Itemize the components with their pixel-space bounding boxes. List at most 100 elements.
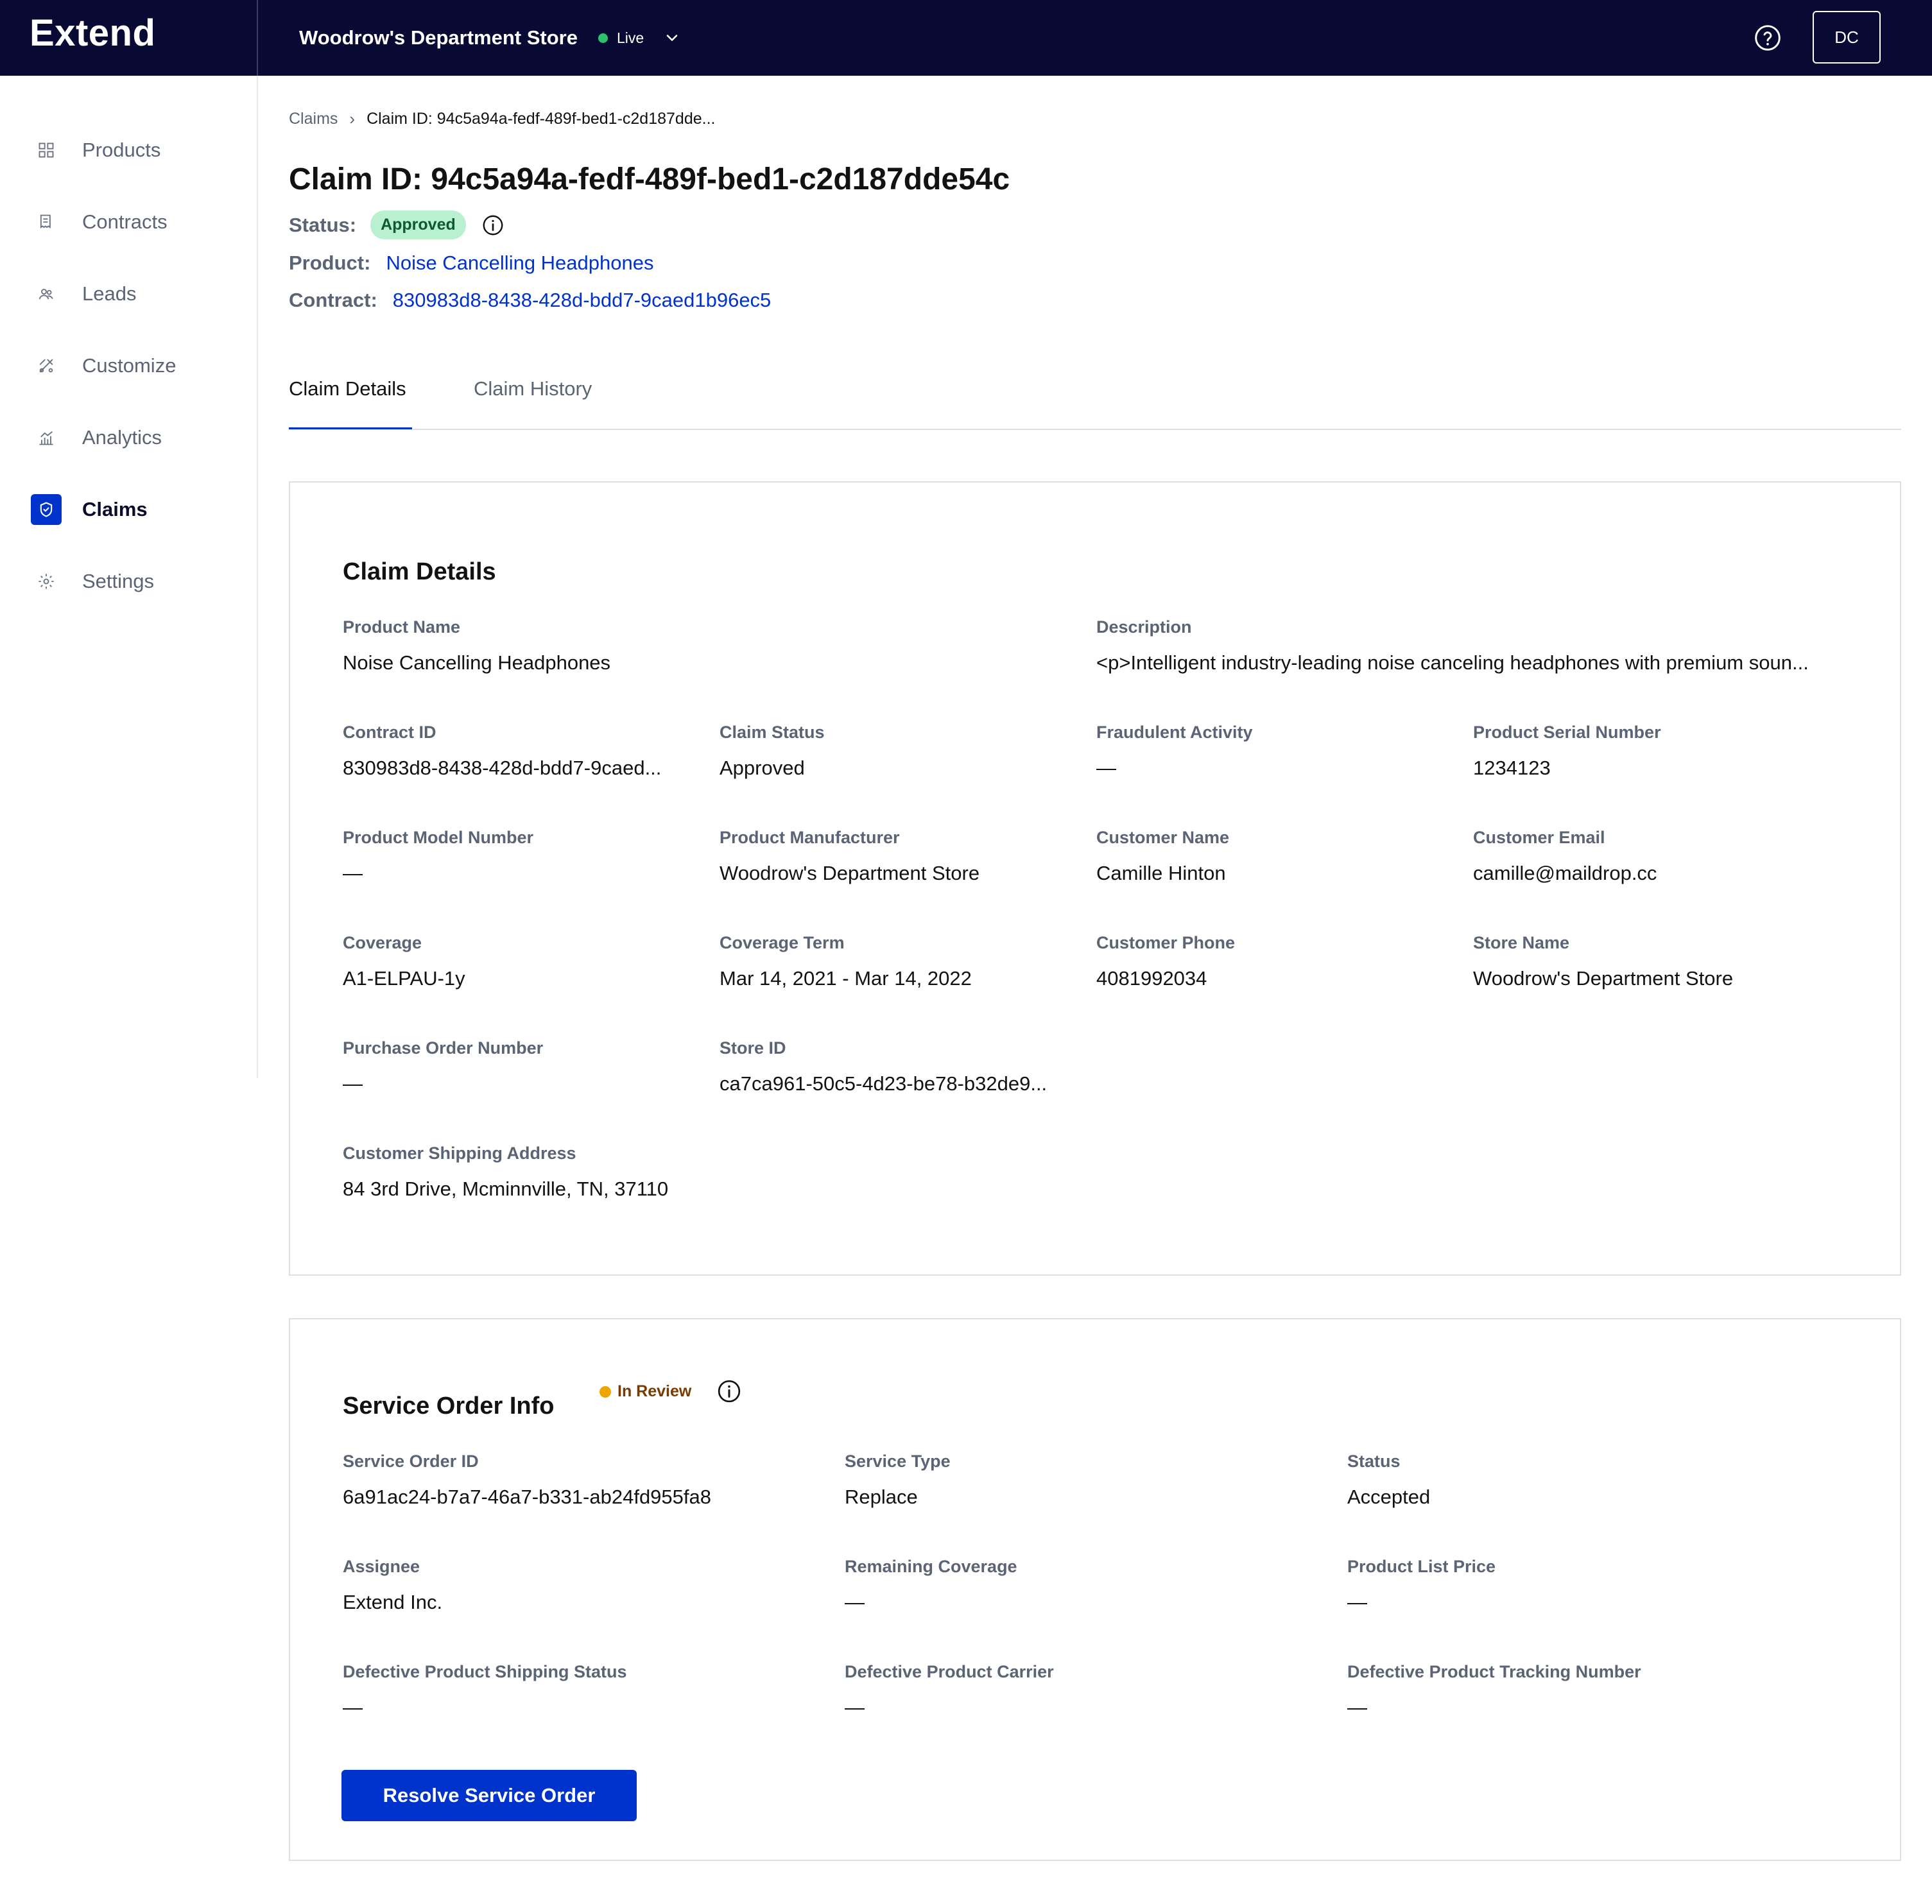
page-title: Claim ID: 94c5a94a-fedf-489f-bed1-c2d187… (289, 162, 1010, 196)
badge-label: In Review (617, 1382, 692, 1400)
field-value: — (1347, 1696, 1367, 1719)
field-value: — (343, 862, 363, 884)
field-description: Description <p>Intelligent industry-lead… (1096, 617, 1847, 674)
field-label: Service Type (845, 1452, 951, 1471)
bar-chart-icon (31, 422, 62, 453)
sidebar-item-products[interactable]: Products (31, 132, 160, 168)
card-title: Service Order Info (343, 1393, 555, 1419)
field-label: Store ID (720, 1038, 786, 1058)
store-name: Woodrow's Department Store (299, 26, 578, 49)
status-label: Status: (289, 213, 357, 236)
field-defective-shipping-status: Defective Product Shipping Status — (343, 1662, 702, 1719)
sidebar-item-settings[interactable]: Settings (31, 563, 154, 599)
field-store-id: Store ID ca7ca961-50c5-4d23-be78-b32de9.… (720, 1038, 1079, 1095)
field-value: 4081992034 (1096, 967, 1207, 990)
user-avatar-button[interactable]: DC (1813, 11, 1881, 64)
field-customer-name: Customer Name Camille Hinton (1096, 828, 1456, 885)
field-coverage-term: Coverage Term Mar 14, 2021 - Mar 14, 202… (720, 933, 1079, 990)
field-label: Customer Email (1473, 828, 1605, 847)
claim-contract-row: Contract: 830983d8-8438-428d-bdd7-9caed1… (289, 289, 771, 312)
field-label: Contract ID (343, 723, 436, 742)
field-product-serial-number: Product Serial Number 1234123 (1473, 723, 1833, 780)
help-icon[interactable] (1754, 24, 1782, 52)
field-value: 84 3rd Drive, Mcminnville, TN, 37110 (343, 1178, 669, 1200)
field-value: Woodrow's Department Store (1473, 967, 1734, 990)
field-value: — (343, 1696, 363, 1719)
chevron-down-icon[interactable] (663, 29, 681, 47)
claim-details-card: Claim Details Product Name Noise Cancell… (289, 481, 1901, 1276)
field-value: ca7ca961-50c5-4d23-be78-b32de9... (720, 1072, 1048, 1095)
brand-logo[interactable]: Extend (30, 12, 155, 55)
receipt-icon (31, 207, 62, 237)
sidebar-item-label: Settings (82, 570, 155, 592)
field-value: Noise Cancelling Headphones (343, 651, 611, 674)
field-label: Defective Product Tracking Number (1347, 1662, 1641, 1681)
field-label: Store Name (1473, 933, 1570, 952)
breadcrumb: Claims › Claim ID: 94c5a94a-fedf-489f-be… (289, 109, 715, 129)
sidebar-item-label: Leads (82, 282, 137, 305)
claim-status-row: Status: Approved (289, 210, 505, 239)
sidebar-item-contracts[interactable]: Contracts (31, 204, 168, 240)
tools-icon (31, 350, 62, 381)
brand-divider (257, 0, 258, 76)
field-product-model-number: Product Model Number — (343, 828, 702, 885)
field-label: Coverage (343, 933, 422, 952)
field-remaining-coverage: Remaining Coverage — (845, 1557, 1204, 1614)
field-value: Camille Hinton (1096, 862, 1226, 884)
field-service-status: Status Accepted (1347, 1452, 1707, 1509)
field-label: Claim Status (720, 723, 825, 742)
field-value: 6a91ac24-b7a7-46a7-b331-ab24fd955fa8 (343, 1486, 711, 1508)
info-icon[interactable] (481, 214, 505, 237)
card-title: Claim Details (343, 558, 496, 585)
field-value: 830983d8-8438-428d-bdd7-9caed... (343, 757, 662, 779)
field-value: A1-ELPAU-1y (343, 967, 465, 990)
field-value: Mar 14, 2021 - Mar 14, 2022 (720, 967, 972, 990)
field-purchase-order-number: Purchase Order Number — (343, 1038, 702, 1095)
service-order-status-badge: In Review (599, 1382, 691, 1401)
sidebar-item-label: Claims (82, 498, 148, 520)
resolve-service-order-button[interactable]: Resolve Service Order (341, 1770, 637, 1821)
field-value: Replace (845, 1486, 918, 1508)
info-icon[interactable] (716, 1378, 742, 1404)
field-label: Product List Price (1347, 1557, 1496, 1576)
active-tab-indicator (289, 427, 412, 429)
sidebar-item-customize[interactable]: Customize (31, 348, 176, 384)
field-label: Fraudulent Activity (1096, 723, 1253, 742)
field-label: Purchase Order Number (343, 1038, 544, 1058)
field-label: Product Model Number (343, 828, 534, 847)
field-value: Woodrow's Department Store (720, 862, 980, 884)
tab-claim-details[interactable]: Claim Details (289, 377, 412, 429)
service-order-card: Service Order Info In Review Service Ord… (289, 1318, 1901, 1861)
field-defective-carrier: Defective Product Carrier — (845, 1662, 1204, 1719)
field-value: — (1096, 757, 1116, 779)
field-value: — (845, 1591, 865, 1613)
field-value: — (343, 1072, 363, 1095)
tab-claim-history[interactable]: Claim History (474, 377, 592, 429)
breadcrumb-claims-link[interactable]: Claims (289, 110, 338, 128)
contract-link[interactable]: 830983d8-8438-428d-bdd7-9caed1b96ec5 (393, 289, 772, 312)
environment-label: Live (616, 29, 644, 46)
field-value: Extend Inc. (343, 1591, 443, 1613)
field-store-name: Store Name Woodrow's Department Store (1473, 933, 1833, 990)
field-product-list-price: Product List Price — (1347, 1557, 1707, 1614)
field-label: Remaining Coverage (845, 1557, 1017, 1576)
breadcrumb-current: Claim ID: 94c5a94a-fedf-489f-bed1-c2d187… (367, 110, 716, 128)
sidebar-item-claims[interactable]: Claims (31, 492, 148, 527)
sidebar-item-analytics[interactable]: Analytics (31, 420, 162, 456)
field-customer-shipping-address: Customer Shipping Address 84 3rd Drive, … (343, 1144, 702, 1201)
field-label: Customer Name (1096, 828, 1230, 847)
field-label: Service Order ID (343, 1452, 479, 1471)
shield-icon (31, 494, 62, 525)
field-value: — (1347, 1591, 1367, 1613)
sidebar-item-leads[interactable]: Leads (31, 276, 136, 312)
field-fraudulent-activity: Fraudulent Activity — (1096, 723, 1456, 780)
tab-bar: Claim Details Claim History (289, 377, 1901, 430)
field-claim-status: Claim Status Approved (720, 723, 1079, 780)
field-label: Defective Product Carrier (845, 1662, 1054, 1681)
sidebar-item-label: Customize (82, 354, 177, 377)
tab-label: Claim Details (289, 377, 406, 400)
store-switcher[interactable]: Woodrow's Department Store Live (299, 0, 681, 76)
product-link[interactable]: Noise Cancelling Headphones (386, 252, 653, 275)
sidebar-item-label: Analytics (82, 426, 162, 449)
top-bar: Extend Woodrow's Department Store Live D… (0, 0, 1932, 76)
